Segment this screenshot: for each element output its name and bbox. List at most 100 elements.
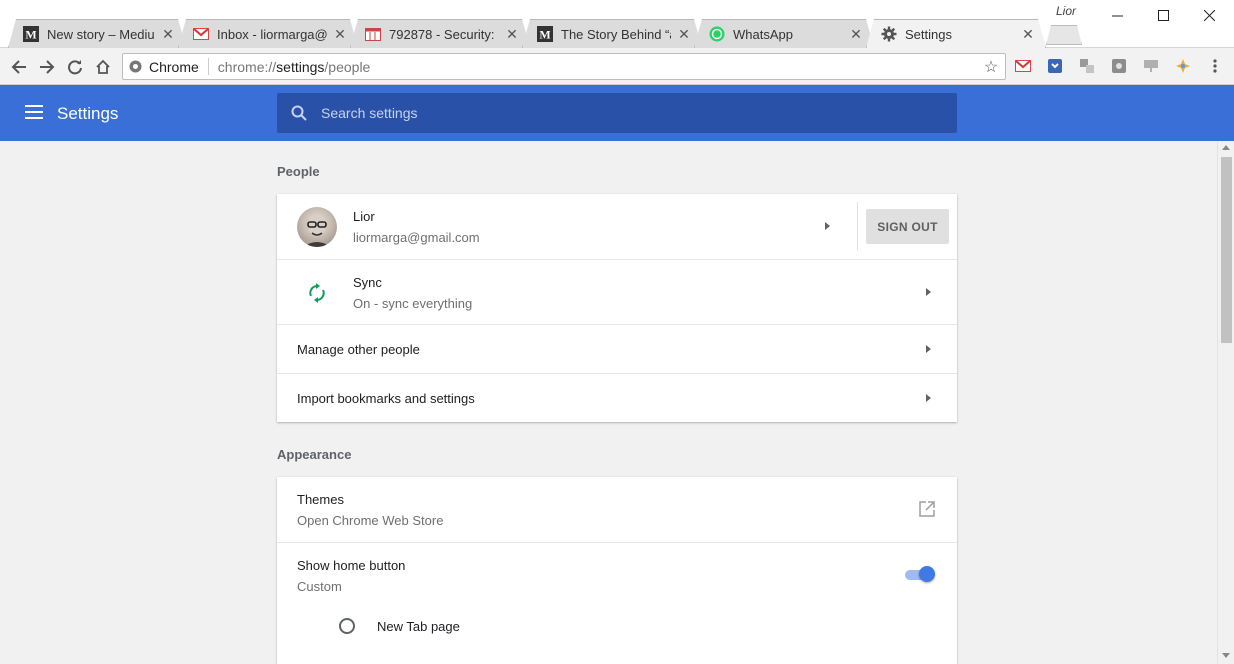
settings-header: Settings Search settings [0,85,1234,141]
new-tab-option[interactable]: New Tab page [277,607,957,647]
page-scrollbar[interactable] [1217,141,1234,664]
tab-strip: M New story – Medium ✕ Inbox - liormarga… [0,0,1234,48]
scrollbar-thumb[interactable] [1221,157,1232,343]
profile-name[interactable]: Lior [1056,4,1076,18]
tab-title: Settings [905,26,952,42]
open-external-icon[interactable] [919,501,935,522]
tab-medium-new-story[interactable]: M New story – Medium ✕ [8,19,186,48]
forward-icon[interactable] [34,54,60,80]
tab-whatsapp[interactable]: WhatsApp ✕ [694,19,874,48]
omnibox-separator [207,58,209,75]
minimize-icon[interactable] [1094,0,1140,30]
profile-row: Lior liormarga@gmail.com SIGN OUT [277,194,957,259]
whatsapp-icon [709,26,725,42]
menu-icon[interactable] [25,105,43,119]
arrow-right-icon [926,394,931,402]
arrow-right-icon [926,288,931,296]
url-path: /people [324,58,371,75]
profile-info[interactable]: Lior liormarga@gmail.com [353,209,480,245]
toggle-knob [919,566,935,582]
pocket-extension-icon[interactable] [1046,58,1064,74]
tabs-extension-icon[interactable] [1078,58,1096,74]
page-title: Settings [57,104,119,123]
scroll-up-icon[interactable] [1222,145,1230,150]
url-text[interactable]: chrome://settings/people [218,59,977,75]
maximize-icon[interactable] [1140,0,1186,30]
arrow-right-icon [926,345,931,353]
themes-subtitle: Open Chrome Web Store [297,513,444,528]
browser-toolbar: Chrome chrome://settings/people ☆ [0,48,1234,85]
import-bookmarks-label: Import bookmarks and settings [297,391,475,406]
tab-title: New story – Medium [47,26,155,42]
new-tab-button[interactable] [1046,25,1082,45]
screenshot-extension-icon[interactable] [1110,58,1128,74]
search-settings-box[interactable]: Search settings [277,93,957,133]
bug-tracker-icon [365,26,381,42]
color-picker-extension-icon[interactable] [1174,58,1192,74]
settings-content: People Lior liormarga@gmail.com SIGN OUT… [0,141,1234,664]
window-close-icon[interactable] [1186,0,1232,30]
gmail-extension-icon[interactable] [1014,58,1032,74]
tab-title: The Story Behind “an [561,26,670,42]
arrow-right-icon[interactable] [825,222,830,230]
tab-settings[interactable]: Settings ✕ [866,19,1046,48]
profile-email: liormarga@gmail.com [353,230,480,245]
tab-title: Inbox - liormarga@gmail.com [217,26,327,42]
search-icon [277,105,321,121]
profile-name-label: Lior [353,209,375,224]
scroll-down-icon[interactable] [1222,653,1230,658]
sync-icon [307,283,327,308]
tab-bug-tracker[interactable]: 792878 - Security: Eg ✕ [350,19,530,48]
new-tab-label: New Tab page [377,619,460,634]
close-icon[interactable]: ✕ [677,26,691,43]
sync-row[interactable]: Sync On - sync everything [277,259,957,324]
url-host: settings [276,58,325,75]
home-icon[interactable] [90,54,116,80]
tab-gmail-inbox[interactable]: Inbox - liormarga@gmail.com ✕ [178,19,358,48]
close-icon[interactable]: ✕ [1021,26,1035,43]
avatar [297,207,337,247]
sign-out-button[interactable]: SIGN OUT [866,209,949,244]
tab-title: 792878 - Security: Eg [389,26,495,42]
section-title-people: People [277,164,320,179]
back-icon[interactable] [6,54,32,80]
search-input[interactable]: Search settings [321,105,957,121]
manage-people-label: Manage other people [297,342,420,357]
medium-icon: M [537,26,553,42]
address-bar[interactable]: Chrome chrome://settings/people ☆ [122,53,1006,80]
tab-medium-story[interactable]: M The Story Behind “an ✕ [522,19,702,48]
divider [857,202,858,250]
sync-title: Sync [353,275,382,290]
gear-icon [881,26,897,42]
more-menu-icon[interactable] [1206,58,1224,74]
import-bookmarks-row[interactable]: Import bookmarks and settings [277,373,957,422]
home-button-toggle[interactable] [905,566,935,582]
close-icon[interactable]: ✕ [333,26,347,43]
cast-extension-icon[interactable] [1142,58,1160,74]
url-scheme: chrome:// [217,58,277,75]
site-chip-label: Chrome [149,58,199,75]
close-icon[interactable]: ✕ [161,26,175,43]
people-card: Lior liormarga@gmail.com SIGN OUT Sync O… [277,194,957,422]
close-icon[interactable]: ✕ [505,26,519,43]
reload-icon[interactable] [62,54,88,80]
bookmark-star-icon[interactable]: ☆ [977,57,1005,77]
site-info-chip[interactable]: Chrome [123,59,199,75]
home-button-subtitle: Custom [297,579,342,594]
chrome-icon [129,60,142,73]
appearance-card: Themes Open Chrome Web Store Show home b… [277,477,957,664]
themes-title: Themes [297,492,344,507]
tab-title: WhatsApp [733,26,793,42]
home-button-title: Show home button [297,558,406,573]
manage-people-row[interactable]: Manage other people [277,324,957,373]
medium-icon: M [23,26,39,42]
radio-button[interactable] [339,618,355,634]
home-button-row[interactable]: Show home button Custom [277,542,957,607]
section-title-appearance: Appearance [277,447,352,462]
themes-row[interactable]: Themes Open Chrome Web Store [277,477,957,542]
svg-text:M: M [539,28,550,42]
svg-text:M: M [25,28,36,42]
close-icon[interactable]: ✕ [849,26,863,43]
sync-status: On - sync everything [353,296,473,311]
gmail-icon [193,26,209,42]
